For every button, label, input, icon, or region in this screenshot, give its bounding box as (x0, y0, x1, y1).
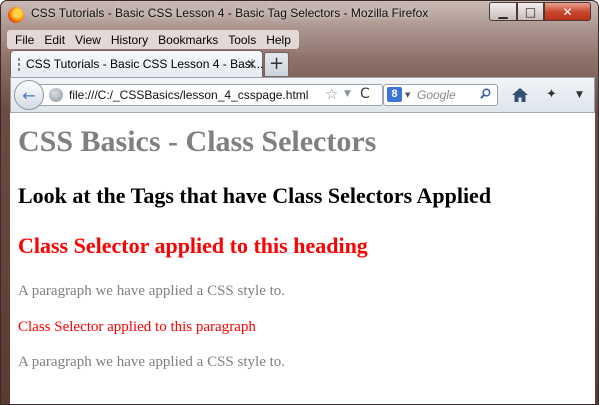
maximize-button[interactable]: □ (517, 2, 544, 21)
tab-strip: CSS Tutorials - Basic CSS Lesson 4 - Bas… (1, 50, 598, 77)
home-icon[interactable] (511, 86, 529, 104)
url-bar[interactable]: file:///C:/_CSSBasics/lesson_4_csspage.h… (35, 84, 383, 106)
window-title: CSS Tutorials - Basic CSS Lesson 4 - Bas… (31, 6, 429, 20)
minimize-button[interactable]: ▁ (489, 2, 517, 21)
tab-title: CSS Tutorials - Basic CSS Lesson 4 - Bas… (26, 57, 264, 71)
search-input[interactable]: Google (417, 88, 456, 102)
new-tab-button[interactable]: + (264, 52, 289, 76)
browser-window: CSS Tutorials - Basic CSS Lesson 4 - Bas… (0, 0, 599, 405)
menu-edit[interactable]: Edit (39, 33, 70, 47)
url-text[interactable]: file:///C:/_CSSBasics/lesson_4_csspage.h… (69, 88, 308, 102)
magnifier-icon[interactable] (480, 88, 491, 99)
search-bar[interactable]: 8 ▼ Google (383, 84, 498, 106)
addon-icon[interactable]: ✦ (546, 87, 557, 102)
tab-close-icon[interactable]: × (246, 57, 257, 72)
page-title: CSS Basics - Class Selectors (18, 125, 377, 158)
star-icon[interactable]: ☆ (325, 85, 338, 103)
title-bar[interactable]: CSS Tutorials - Basic CSS Lesson 4 - Bas… (1, 1, 598, 29)
firefox-icon[interactable] (8, 7, 24, 23)
paragraph: A paragraph we have applied a CSS style … (18, 283, 286, 299)
tab-active[interactable]: CSS Tutorials - Basic CSS Lesson 4 - Bas… (10, 50, 263, 77)
close-button[interactable]: ✕ (544, 2, 591, 21)
google-icon[interactable]: 8 (387, 87, 402, 102)
page-icon (18, 57, 20, 71)
page-content: CSS Basics - Class Selectors Look at the… (10, 113, 595, 404)
back-button[interactable]: ← (14, 80, 44, 110)
menu-bar: File Edit View History Bookmarks Tools H… (7, 30, 299, 49)
menu-view[interactable]: View (70, 33, 106, 47)
search-engine-dropdown-icon[interactable]: ▼ (405, 91, 410, 99)
menu-tools[interactable]: Tools (223, 33, 261, 47)
menu-file[interactable]: File (10, 33, 39, 47)
menu-bookmarks[interactable]: Bookmarks (153, 33, 223, 47)
menu-help[interactable]: Help (261, 33, 296, 47)
globe-icon[interactable] (49, 88, 63, 102)
class-selector-paragraph: Class Selector applied to this paragraph (18, 319, 256, 335)
navigation-toolbar: file:///C:/_CSSBasics/lesson_4_csspage.h… (10, 77, 595, 113)
class-selector-heading: Class Selector applied to this heading (18, 233, 368, 258)
paragraph: A paragraph we have applied a CSS style … (18, 354, 286, 370)
menu-history[interactable]: History (106, 33, 153, 47)
toolbar-menu-dropdown-icon[interactable]: ▼ (576, 90, 583, 100)
back-arrow-icon: ← (22, 85, 36, 105)
reload-icon[interactable]: C (360, 86, 370, 102)
history-dropdown-icon[interactable]: ▼ (344, 89, 351, 99)
subheading: Look at the Tags that have Class Selecto… (18, 183, 492, 208)
